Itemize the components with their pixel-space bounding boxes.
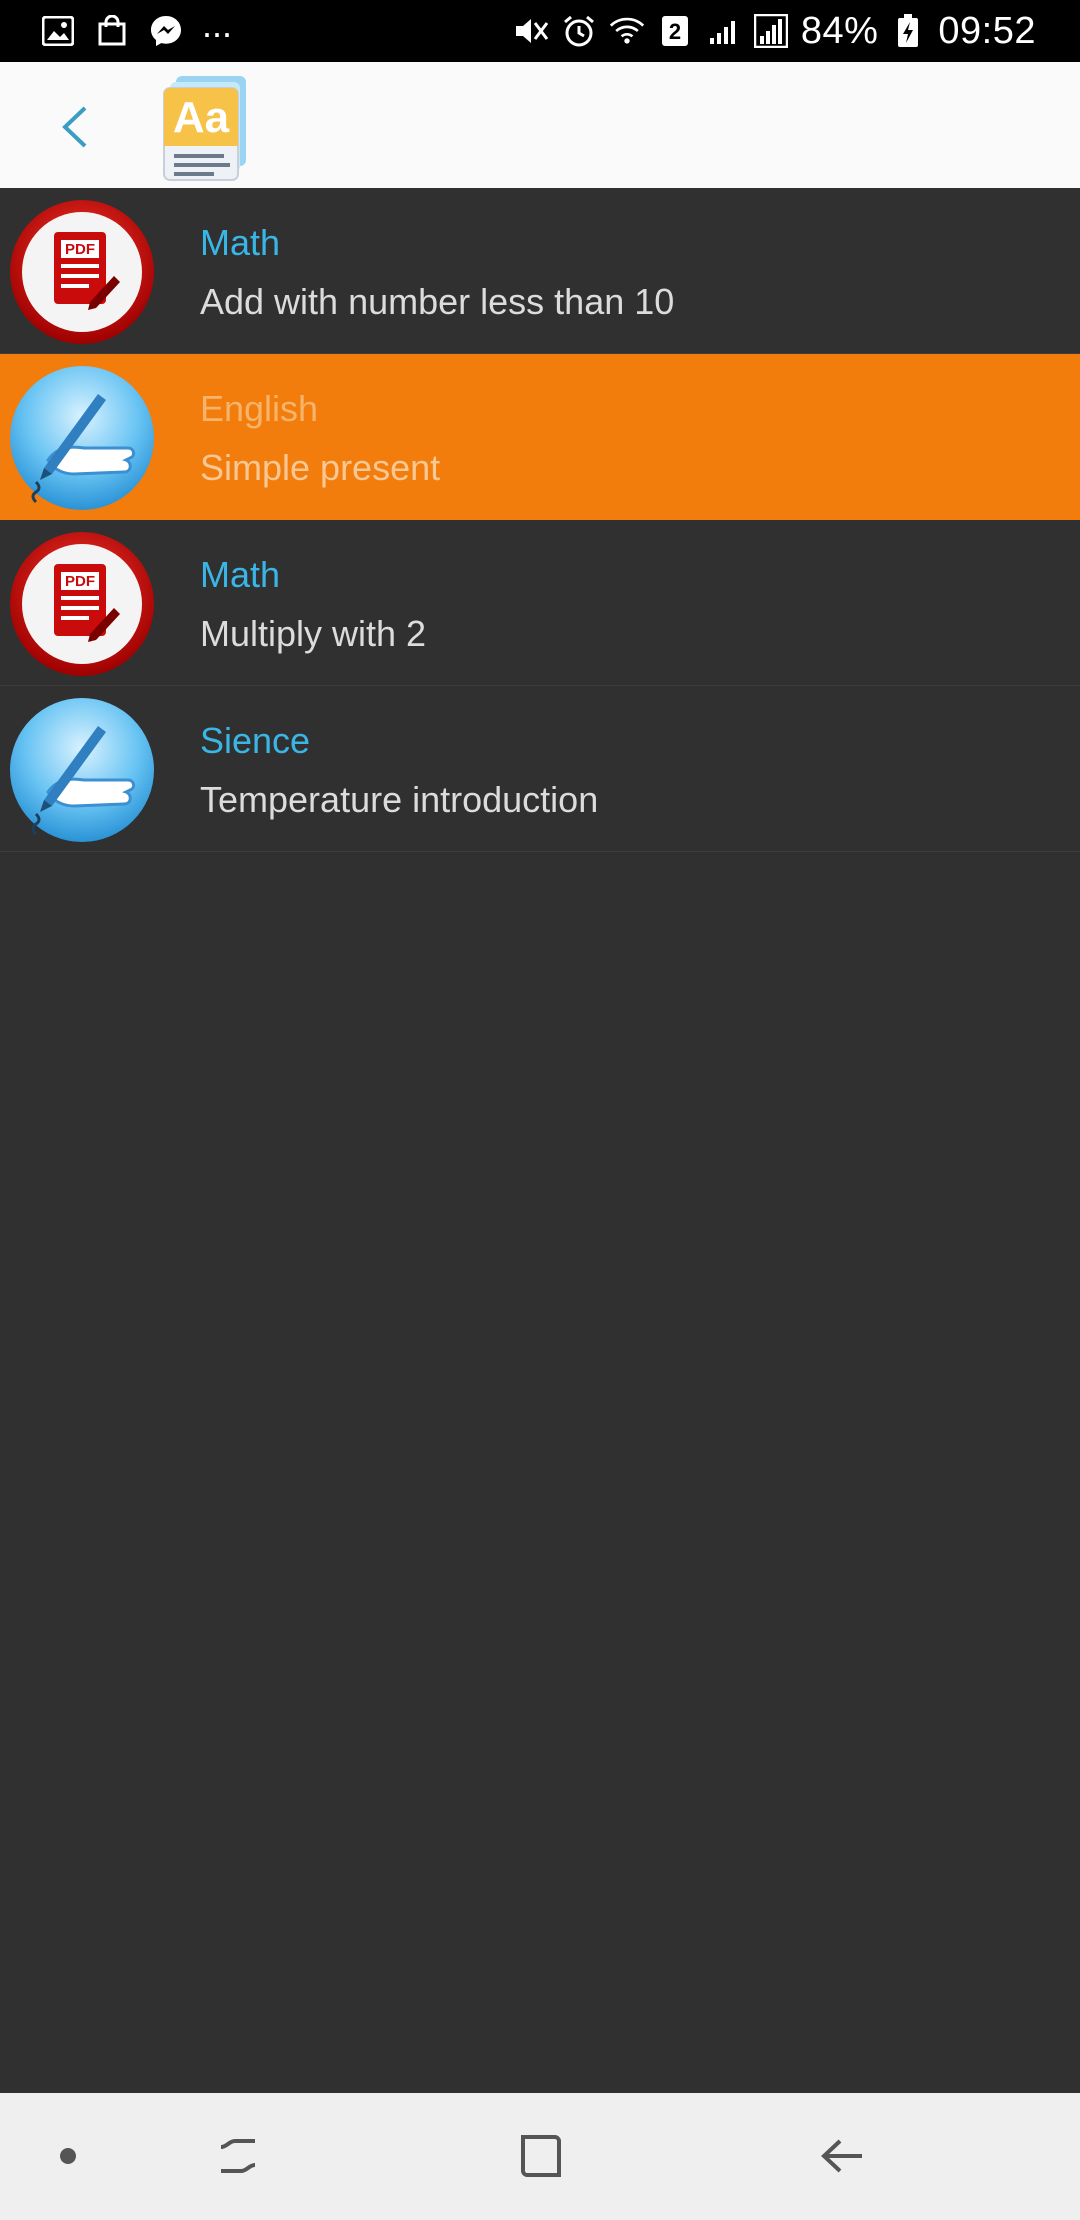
- wifi-icon: [609, 13, 645, 49]
- list-item[interactable]: PDF Math Multiply with 2: [0, 520, 1080, 686]
- chevron-left-icon: [62, 106, 87, 148]
- item-subtitle: Multiply with 2: [200, 613, 427, 654]
- back-nav-button[interactable]: [808, 2121, 878, 2191]
- status-bar: ... 2 84% 09:52: [0, 0, 1080, 62]
- pdf-icon: PDF: [8, 198, 156, 346]
- dictionary-aa-icon: Aa: [156, 70, 252, 182]
- system-nav-bar: [0, 2093, 1080, 2220]
- battery-charging-icon: [890, 13, 926, 49]
- battery-percentage: 84%: [800, 9, 879, 52]
- item-title: Sience: [200, 720, 311, 761]
- pdf-badge-text: PDF: [65, 573, 95, 590]
- shopping-bag-icon: [94, 13, 130, 49]
- home-button[interactable]: [505, 2121, 575, 2191]
- item-title: English: [200, 388, 319, 429]
- dot-icon: [60, 2148, 76, 2164]
- list-item[interactable]: PDF Math Add with number less than 10: [0, 188, 1080, 354]
- lesson-list: PDF Math Add with number less than 10 En…: [0, 188, 1080, 852]
- gallery-icon: [40, 13, 76, 49]
- item-subtitle: Simple present: [200, 447, 441, 488]
- signal-icon: [753, 13, 789, 49]
- system-icons: 2 84% 09:52: [513, 8, 1036, 54]
- pdf-badge-text: PDF: [65, 241, 95, 258]
- notification-icons: ...: [40, 4, 232, 54]
- recents-button[interactable]: [203, 2121, 273, 2191]
- dot-button[interactable]: [33, 2121, 103, 2191]
- pdf-icon: PDF: [8, 530, 156, 678]
- alarm-icon: [561, 13, 597, 49]
- signal-weak-icon: [705, 13, 741, 49]
- item-subtitle: Temperature introduction: [200, 779, 599, 820]
- sim2-icon: 2: [657, 13, 693, 49]
- home-icon: [521, 2135, 561, 2177]
- more-notifications-text: ...: [202, 4, 233, 45]
- logo-text: Aa: [173, 93, 230, 142]
- item-title: Math: [200, 554, 281, 595]
- clock: 09:52: [938, 9, 1036, 52]
- recents-icon: [220, 2139, 256, 2173]
- hand-writing-icon: [8, 696, 156, 844]
- back-arrow-icon: [821, 2139, 862, 2173]
- hand-writing-icon: [8, 364, 156, 512]
- item-subtitle: Add with number less than 10: [200, 281, 675, 322]
- list-item[interactable]: Sience Temperature introduction: [0, 686, 1080, 852]
- app-toolbar: Aa: [0, 62, 1080, 188]
- sim2-badge-text: 2: [669, 19, 681, 44]
- item-title: Math: [200, 222, 281, 263]
- messenger-icon: [148, 13, 184, 49]
- mute-icon: [513, 13, 549, 49]
- list-item-selected[interactable]: English Simple present: [0, 354, 1080, 520]
- back-button[interactable]: [40, 92, 110, 162]
